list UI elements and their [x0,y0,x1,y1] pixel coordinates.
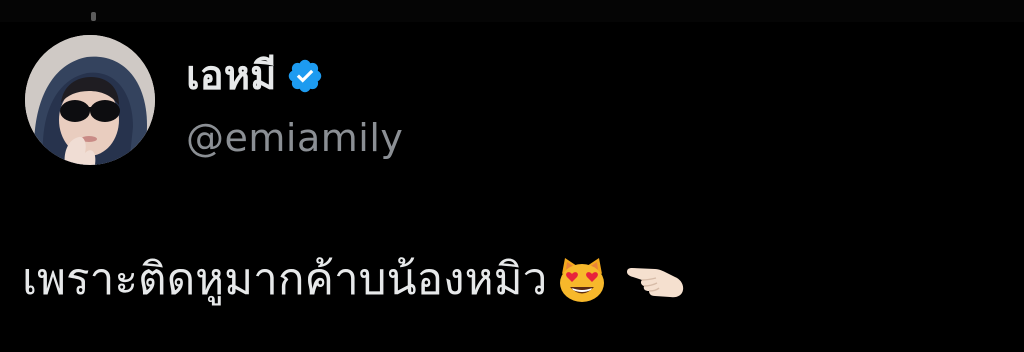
smiling-cat-heart-eyes-icon [557,256,607,304]
tweet-card: เอหมี @emiamily เพราะติดหูมากค้าบน้องหมิ… [0,0,1024,352]
tweet-text: เพราะติดหูมากค้าบน้องหมิว [22,254,548,305]
author-avatar[interactable] [25,35,155,165]
author-info: เอหมี @emiamily [186,50,686,162]
author-name-row: เอหมี [186,50,686,102]
avatar-photo-icon [25,35,155,165]
author-handle[interactable]: @emiamily [186,114,686,162]
author-display-name[interactable]: เอหมี [186,50,276,102]
verified-badge-icon [286,57,324,95]
tweet-body: เพราะติดหูมากค้าบน้องหมิว [22,250,687,310]
pointing-left-hand-icon [625,260,687,300]
